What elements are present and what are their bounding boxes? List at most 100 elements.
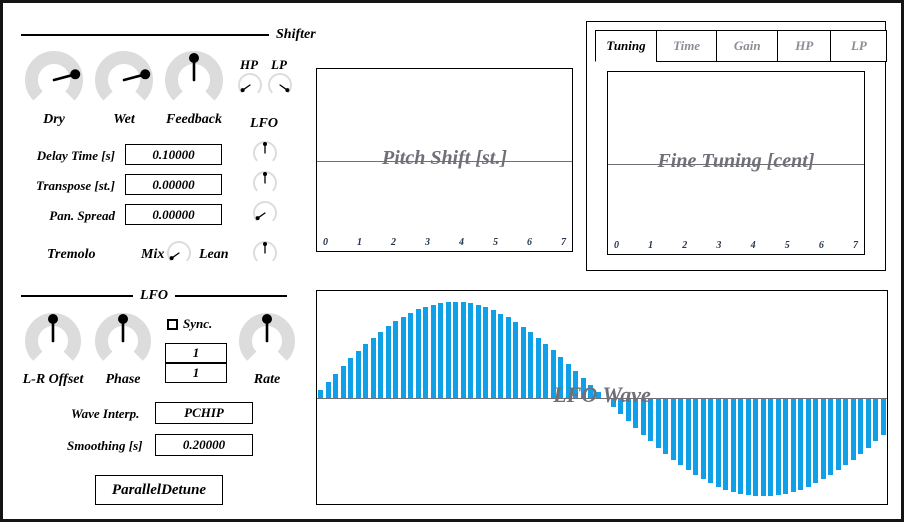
lfo-wave-bar <box>873 398 879 442</box>
tab-time[interactable]: Time <box>655 30 718 62</box>
lfo-wave-bar <box>775 398 781 496</box>
lfo-wave-bar <box>348 358 354 398</box>
lfo-wave-bar <box>700 398 706 480</box>
field-delay-time-input[interactable]: 0.10000 <box>125 144 222 165</box>
pitch-shift-zero-line <box>317 161 572 162</box>
knob-rate-label: Rate <box>253 372 281 387</box>
field-pan-spread-input[interactable]: 0.00000 <box>125 204 222 225</box>
pitch-shift-tick-2: 2 <box>391 237 396 248</box>
knob-wet-label: Wet <box>113 112 135 127</box>
lfo-wave-bar <box>655 398 661 448</box>
lfo-wave-bar <box>453 301 459 398</box>
lfo-wave-bar <box>828 398 834 475</box>
lfo-wave-bar <box>490 310 496 398</box>
wave-interp-field[interactable]: PCHIP <box>155 402 253 424</box>
tab-strip: Tuning Time Gain HP LP <box>595 30 888 62</box>
field-delay-time-label: Delay Time [s] <box>36 148 115 163</box>
fine-tuning-tick-4: 4 <box>750 240 756 251</box>
lfo-wave-bar <box>475 305 481 398</box>
tab-lp[interactable]: LP <box>830 30 888 62</box>
knob-tremolo-mix[interactable] <box>167 241 191 265</box>
lfo-wave-bar <box>610 398 616 407</box>
lfo-wave-bar <box>648 398 654 442</box>
lfo-wave-bar <box>633 398 639 428</box>
knob-feedback[interactable] <box>165 51 223 109</box>
lfo-wave-bar <box>640 398 646 435</box>
tremolo-mix-label: Mix <box>141 247 165 262</box>
knob-transpose-lfo[interactable] <box>253 171 277 195</box>
lfo-wave-bar <box>580 377 586 398</box>
lfo-wave-bar <box>520 326 526 398</box>
lfo-wave-bar <box>708 398 714 484</box>
lfo-wave-bar <box>483 307 489 398</box>
knob-pan-spread-lfo[interactable] <box>253 201 277 225</box>
knob-phase[interactable] <box>95 313 151 369</box>
field-pan-spread-label: Pan. Spread <box>49 208 115 223</box>
knob-lr-offset[interactable] <box>25 313 81 369</box>
shifter-section-label: Shifter <box>276 27 316 42</box>
lfo-wave-bar <box>625 398 631 421</box>
shifter-section-header: Shifter <box>21 27 316 43</box>
smoothing-label: Smoothing [s] <box>67 438 143 453</box>
lfo-wave-bar <box>820 398 826 480</box>
lfo-wave-bar <box>385 326 391 398</box>
preset-button[interactable]: ParallelDetune <box>95 475 223 505</box>
pitch-shift-tick-1: 1 <box>357 237 362 248</box>
lfo-wave-zero-line <box>317 398 887 399</box>
tab-hp[interactable]: HP <box>776 30 832 62</box>
lfo-wave-bar <box>393 321 399 398</box>
knob-rate[interactable] <box>239 313 295 369</box>
knob-tremolo-lean[interactable] <box>253 241 277 265</box>
lfo-wave-bar <box>535 337 541 398</box>
smoothing-field[interactable]: 0.20000 <box>155 434 253 456</box>
tab-gain[interactable]: Gain <box>716 30 779 62</box>
knob-delay-time-lfo[interactable] <box>253 141 277 165</box>
pitch-shift-ticks: 0 1 2 3 4 5 6 7 <box>317 237 572 248</box>
lfo-wave-bar <box>430 304 436 398</box>
lfo-wave-plot[interactable]: LFO Wave <box>316 290 888 505</box>
lfo-wave-bar <box>415 309 421 398</box>
tremolo-label: Tremolo <box>47 247 96 262</box>
lfo-header-rule-right <box>175 295 287 297</box>
lfo-wave-bar <box>543 343 549 398</box>
field-transpose-input[interactable]: 0.00000 <box>125 174 222 195</box>
fine-tuning-plot[interactable]: Fine Tuning [cent] 0 1 2 3 4 5 6 7 <box>607 71 865 255</box>
lfo-wave-bar <box>760 398 766 497</box>
field-transpose-label: Transpose [st.] <box>36 178 115 193</box>
lfo-wave-bar <box>468 303 474 398</box>
knob-hp-filter[interactable] <box>238 73 262 97</box>
lfo-wave-bar <box>513 321 519 398</box>
lfo-wave-bar <box>663 398 669 454</box>
lfo-wave-bar <box>805 398 811 487</box>
pitch-shift-tick-4: 4 <box>459 237 464 248</box>
lfo-wave-bar <box>858 398 864 454</box>
knob-wet[interactable] <box>95 51 153 109</box>
shifter-header-rule <box>21 34 269 36</box>
sync-numerator-field[interactable]: 1 <box>165 343 227 363</box>
lfo-column-label: LFO <box>250 116 278 131</box>
lfo-wave-bar <box>685 398 691 471</box>
tab-tuning[interactable]: Tuning <box>595 30 657 62</box>
lfo-wave-bar <box>573 370 579 398</box>
lfo-header-rule-left <box>21 295 133 297</box>
lfo-wave-bar <box>880 398 886 435</box>
filter-lp-label: LP <box>271 57 287 72</box>
pitch-shift-plot[interactable]: Pitch Shift [st.] 0 1 2 3 4 5 6 7 <box>316 68 573 252</box>
lfo-wave-bar <box>445 302 451 398</box>
lfo-wave-bar <box>768 398 774 497</box>
pitch-shift-tick-6: 6 <box>527 237 532 248</box>
lfo-wave-bar <box>850 398 856 460</box>
lfo-wave-bar <box>618 398 624 414</box>
knob-lp-filter[interactable] <box>268 73 292 97</box>
fine-tuning-tick-0: 0 <box>614 240 619 251</box>
lfo-wave-bar <box>400 316 406 398</box>
sync-checkbox[interactable] <box>167 319 178 330</box>
knob-dry[interactable] <box>25 51 83 109</box>
lfo-wave-bar <box>843 398 849 466</box>
lfo-wave-bar <box>498 313 504 398</box>
right-tab-panel: Tuning Time Gain HP LP Fine Tuning [cent] 0 1… <box>586 21 888 271</box>
sync-denominator-field[interactable]: 1 <box>165 363 227 383</box>
lfo-wave-bar <box>318 389 324 398</box>
plugin-window: Shifter Dry Wet Feedback HP LP LFO Delay Ti… <box>0 0 904 522</box>
fine-tuning-tick-1: 1 <box>648 240 654 251</box>
